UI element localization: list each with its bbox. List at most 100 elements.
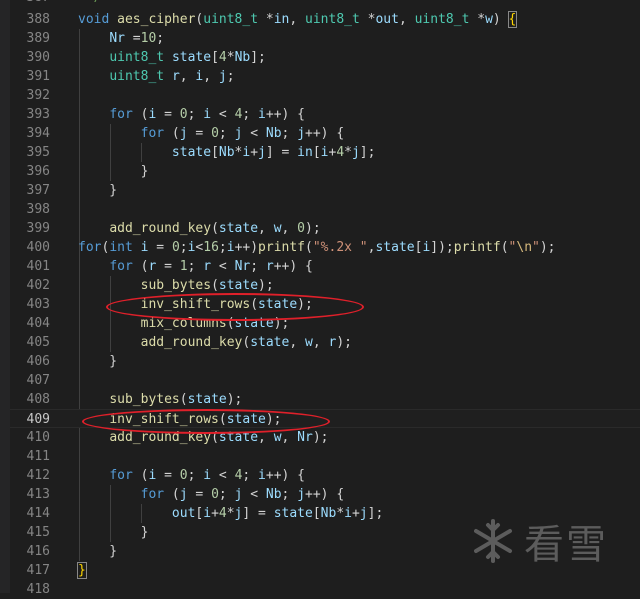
code-token: <	[242, 487, 266, 502]
code-token: *	[344, 145, 352, 160]
code-text: for (i = 0; i < 4; i++) {	[78, 105, 305, 124]
code-token: r	[265, 259, 274, 274]
code-token: ;	[218, 126, 235, 141]
line-number: 409	[26, 412, 50, 427]
code-line[interactable]: 413 for (j = 0; j < Nb; j++) {	[10, 485, 640, 504]
code-text: add_round_key(state, w, 0);	[78, 219, 321, 238]
code-token: (	[179, 392, 188, 407]
code-line[interactable]: 407	[10, 371, 640, 390]
code-token: ,	[312, 335, 329, 350]
code-line[interactable]: 411	[10, 447, 640, 466]
code-line[interactable]: 412 for (i = 0; i < 4; i++) {	[10, 466, 640, 485]
code-token: 4	[218, 50, 227, 65]
code-token: Nb	[320, 506, 337, 521]
code-token: [	[312, 506, 321, 521]
code-token: int	[109, 240, 133, 255]
line-number: 400	[26, 240, 50, 255]
code-token: i	[203, 468, 212, 483]
code-line[interactable]: 402 sub_bytes(state);	[10, 276, 640, 295]
code-token: );	[226, 392, 243, 407]
code-line[interactable]: 393 for (i = 0; i < 4; i++) {	[10, 105, 640, 124]
code-text: for(int i = 0;i<16;i++)printf("%.2x ",st…	[78, 238, 556, 257]
code-line[interactable]: 418	[10, 580, 640, 599]
code-token: j	[297, 487, 306, 502]
code-line[interactable]: 398	[10, 200, 640, 219]
code-token: sub_bytes	[109, 392, 180, 407]
code-token: 4	[336, 145, 345, 160]
code-line[interactable]: 405 add_round_key(state, w, r);	[10, 333, 640, 352]
code-token: void	[78, 12, 118, 27]
code-token: (	[132, 259, 149, 274]
code-token: j	[351, 145, 360, 160]
code-token: state	[187, 392, 227, 407]
code-line[interactable]: 396 }	[10, 162, 640, 181]
code-token: *	[336, 506, 345, 521]
line-number: 393	[26, 107, 50, 122]
code-token: state	[171, 50, 212, 65]
code-token: ;	[179, 240, 188, 255]
code-token: =	[124, 31, 141, 46]
code-token: i	[258, 107, 266, 122]
code-token: 0	[171, 240, 180, 255]
code-line[interactable]: 394 for (j = 0; j < Nb; j++) {	[10, 124, 640, 143]
code-token: i	[258, 468, 266, 483]
code-token: w	[305, 335, 313, 350]
code-token: i	[226, 240, 235, 255]
code-token: ] =	[265, 145, 298, 160]
code-token: 0	[179, 468, 188, 483]
code-token: state	[250, 335, 290, 350]
code-token: =	[156, 468, 180, 483]
code-token: ] =	[242, 506, 274, 521]
code-line[interactable]: 406 }	[10, 352, 640, 371]
code-token: ;	[281, 126, 298, 141]
code-token: "%.2x "	[312, 240, 368, 255]
code-token: uint8_t	[305, 12, 368, 27]
line-number: 399	[26, 221, 50, 236]
code-token: ,	[289, 12, 306, 27]
code-token: state	[218, 278, 259, 293]
code-line[interactable]: 390 uint8_t state[4*Nb];	[10, 48, 640, 67]
code-token: );	[539, 240, 556, 255]
line-number: 406	[26, 354, 50, 369]
code-token: );	[305, 221, 321, 236]
line-number: 401	[26, 259, 50, 274]
code-token: uint8_t	[109, 69, 172, 84]
code-token: ]);	[430, 240, 454, 255]
code-token: }	[78, 164, 149, 179]
code-line[interactable]: 395 state[Nb*i+j] = in[i+4*j];	[10, 143, 640, 162]
code-token: Nb	[265, 487, 282, 502]
code-line[interactable]: 397 }	[10, 181, 640, 200]
code-token: 0	[179, 107, 188, 122]
line-number: 405	[26, 335, 50, 350]
code-line[interactable]: 410 add_round_key(state, w, Nr);	[10, 428, 640, 447]
code-token: j	[218, 69, 227, 84]
code-line[interactable]: 387 */	[10, 0, 640, 7]
code-line[interactable]: 389 Nr =10;	[10, 29, 640, 48]
code-token: Nr	[234, 259, 251, 274]
code-line[interactable]: 388 void aes_cipher(uint8_t *in, uint8_t …	[10, 10, 640, 29]
code-token: i	[203, 107, 212, 122]
code-line[interactable]: 408 sub_bytes(state);	[10, 390, 640, 409]
code-text: uint8_t r, i, j;	[78, 67, 234, 86]
code-token: ];	[250, 50, 266, 65]
code-text: }	[78, 181, 117, 200]
code-line[interactable]: 399 add_round_key(state, w, 0);	[10, 219, 640, 238]
code-line[interactable]: 401 for (r = 1; r < Nr; r++) {	[10, 257, 640, 276]
line-number: 418	[26, 582, 50, 597]
code-line[interactable]: 400 for(int i = 0;i<16;i++)printf("%.2x "…	[10, 238, 640, 257]
code-token: 1	[179, 259, 188, 274]
line-number: 394	[26, 126, 50, 141]
code-line[interactable]: 392	[10, 86, 640, 105]
code-token: =	[148, 240, 172, 255]
code-token: uint8_t	[109, 50, 172, 65]
code-token: +	[351, 506, 360, 521]
code-text: }	[78, 523, 149, 542]
code-token: <	[242, 126, 266, 141]
code-token: ++) {	[273, 259, 313, 274]
code-line[interactable]: 391 uint8_t r, i, j;	[10, 67, 640, 86]
